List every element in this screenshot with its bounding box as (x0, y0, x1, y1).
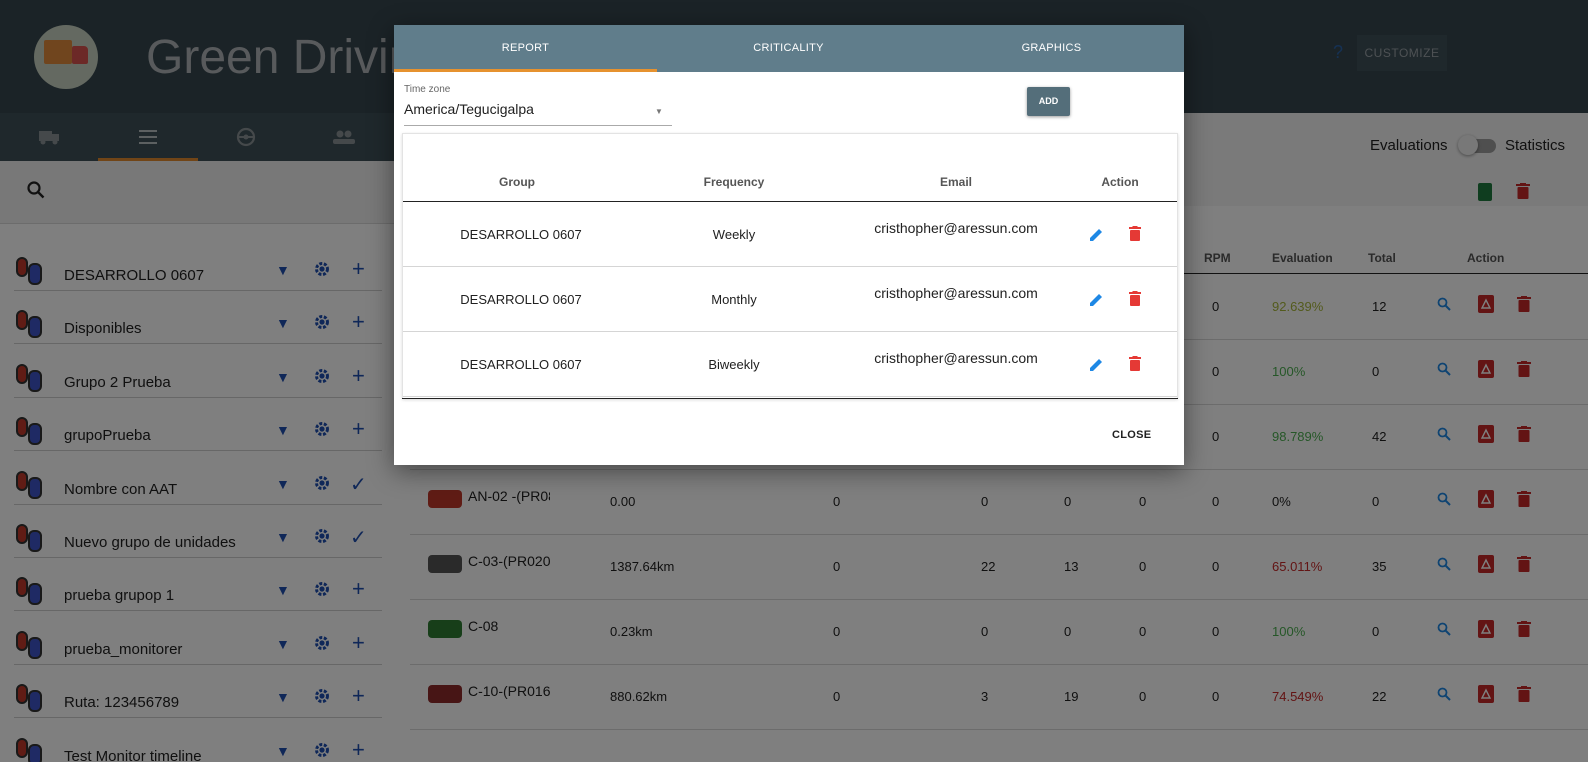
email-cell: cristhopher@aressun.com (874, 350, 1038, 366)
timezone-select[interactable]: America/Tegucigalpa (404, 101, 534, 117)
group-cell: DESARROLLO 0607 (460, 227, 582, 242)
frequency-cell: Biweekly (708, 357, 760, 372)
report-dialog: REPORT CRITICALITY GRAPHICS Time zone Am… (394, 25, 1184, 465)
delete-icon[interactable] (1129, 226, 1141, 241)
dialog-tabs: REPORT CRITICALITY GRAPHICS (394, 25, 1184, 72)
group-cell: DESARROLLO 0607 (460, 357, 582, 372)
email-cell: cristhopher@aressun.com (874, 220, 1038, 236)
frequency-cell: Monthly (711, 292, 757, 307)
edit-icon[interactable] (1089, 292, 1104, 307)
timezone-underline (404, 125, 672, 126)
col-group: Group (499, 175, 535, 189)
report-row: DESARROLLO 0607 Weekly cristhopher@aressun… (403, 202, 1177, 267)
group-cell: DESARROLLO 0607 (460, 292, 582, 307)
report-table: Group Frequency Email Action DESARROLLO … (402, 133, 1178, 399)
report-table-bottom-line (402, 398, 1178, 399)
tab-criticality[interactable]: CRITICALITY (657, 25, 920, 72)
col-frequency: Frequency (703, 175, 765, 189)
col-email: Email (939, 175, 973, 189)
delete-icon[interactable] (1129, 356, 1141, 371)
frequency-cell: Weekly (712, 227, 756, 242)
chevron-down-icon[interactable]: ▼ (655, 107, 663, 116)
col-action: Action (1101, 175, 1139, 189)
delete-icon[interactable] (1129, 291, 1141, 306)
report-row: DESARROLLO 0607 Monthly cristhopher@aressu… (403, 267, 1177, 332)
add-button[interactable]: ADD (1027, 87, 1070, 116)
edit-icon[interactable] (1089, 357, 1104, 372)
report-row: DESARROLLO 0607 Biweekly cristhopher@aress… (403, 332, 1177, 397)
tab-report[interactable]: REPORT (394, 25, 657, 72)
tab-graphics[interactable]: GRAPHICS (920, 25, 1183, 72)
timezone-label: Time zone (404, 84, 451, 95)
edit-icon[interactable] (1089, 227, 1104, 242)
close-button[interactable]: CLOSE (1112, 429, 1151, 441)
email-cell: cristhopher@aressun.com (874, 285, 1038, 301)
